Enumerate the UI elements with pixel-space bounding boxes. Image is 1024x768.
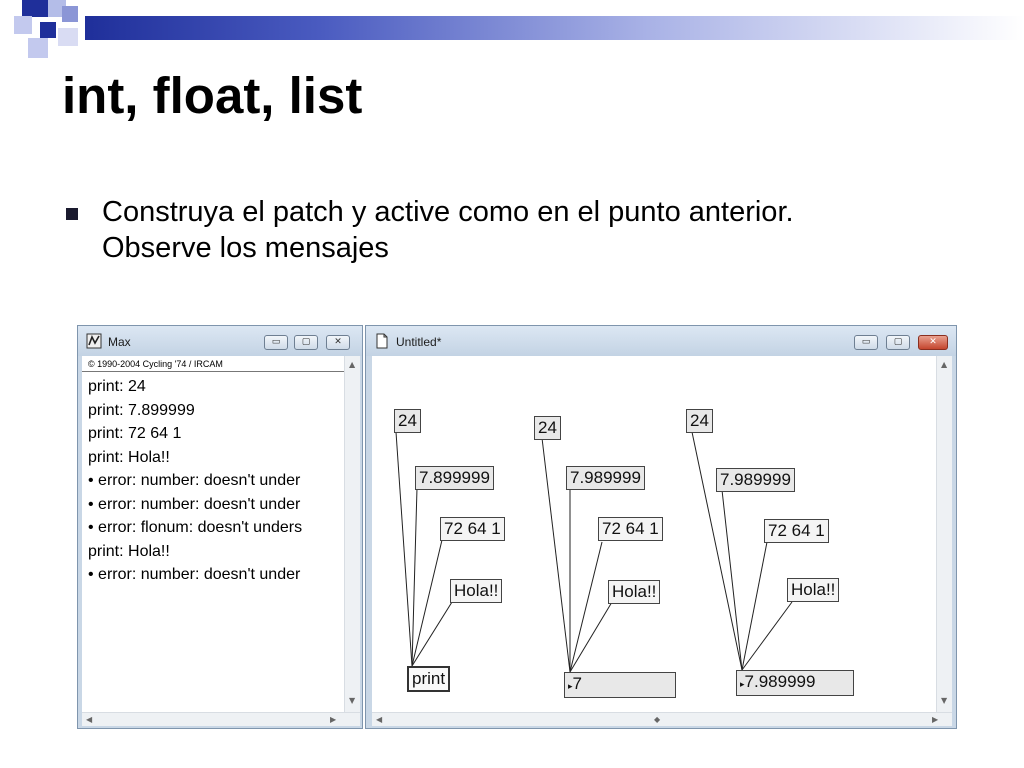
decor-square [62, 6, 78, 22]
max-app-icon [86, 333, 102, 349]
bullet-icon [66, 208, 78, 220]
scroll-left-icon[interactable]: ◀ [376, 715, 382, 724]
log-line: print: Hola!! [88, 448, 170, 466]
maximize-button[interactable]: ▢ [886, 335, 910, 350]
log-line: • error: number: doesn't under [88, 472, 301, 489]
scroll-right-icon[interactable]: ▶ [330, 715, 336, 724]
decor-square [58, 28, 78, 46]
log-line: • error: flonum: doesn't unders [88, 519, 303, 536]
decor-square [14, 16, 32, 34]
scroll-down-icon[interactable]: ▼ [941, 696, 947, 705]
log-line: print: 72 64 1 [88, 425, 182, 442]
float-number-box[interactable]: 7.899999 [415, 466, 494, 490]
int-number-box-output[interactable]: ▸7 [564, 672, 676, 698]
log-line: print: 7.899999 [88, 401, 195, 419]
list-message-box[interactable]: 72 64 1 [764, 519, 829, 543]
decor-square [22, 0, 48, 17]
int-number-box[interactable]: 24 [686, 409, 713, 433]
bullet-text: Construya el patch y active como en el p… [102, 194, 962, 266]
scroll-thumb-icon[interactable]: ◆ [654, 715, 660, 724]
patch-canvas[interactable]: 24 7.899999 72 64 1 Hola!! print 24 7.98… [372, 356, 936, 712]
slide-title: int, float, list [62, 67, 363, 124]
minimize-button[interactable]: ▭ [854, 335, 878, 350]
hola-message-box[interactable]: Hola!! [787, 578, 840, 602]
maximize-button[interactable]: ▢ [294, 335, 318, 350]
vertical-scrollbar[interactable]: ▲ ▼ [344, 356, 360, 712]
horizontal-scrollbar[interactable]: ◀ ◆ ▶ [372, 712, 952, 726]
float-number-box-output[interactable]: ▸7.989999 [736, 670, 854, 696]
scroll-down-icon[interactable]: ▼ [349, 696, 355, 705]
decor-square [28, 38, 48, 58]
hola-message-box[interactable]: Hola!! [608, 580, 661, 604]
int-number-box[interactable]: 24 [534, 416, 561, 440]
list-message-box[interactable]: 72 64 1 [598, 517, 663, 541]
document-icon [376, 333, 388, 349]
console-log: print: 24 print: 7.899999 print: 72 64 1… [88, 375, 342, 587]
bullet-line-2: Observe los mensajes [102, 232, 389, 264]
scroll-up-icon[interactable]: ▲ [349, 360, 355, 369]
float-output-value: 7.989999 [744, 672, 816, 691]
hola-message-box[interactable]: Hola!! [450, 579, 503, 603]
max-window-title: Max [108, 335, 131, 349]
horizontal-scrollbar[interactable]: ◀ ▶ [82, 712, 360, 726]
patch-titlebar[interactable]: Untitled* ▭ ▢ ✕ [366, 326, 956, 356]
title-accent-bar [85, 16, 1024, 40]
log-line: • error: number: doesn't under [88, 566, 301, 583]
log-line: print: 24 [88, 378, 146, 395]
max-console: © 1990-2004 Cycling '74 / IRCAM print: 2… [82, 356, 344, 712]
patch-window: Untitled* ▭ ▢ ✕ 24 7.899999 72 64 1 Hola… [365, 325, 957, 729]
vertical-scrollbar[interactable]: ▲ ▼ [936, 356, 952, 712]
minimize-button[interactable]: ▭ [264, 335, 288, 350]
max-window: Max ▭ ▢ ✕ © 1990-2004 Cycling '74 / IRCA… [77, 325, 363, 729]
list-message-box[interactable]: 72 64 1 [440, 517, 505, 541]
log-line: print: Hola!! [88, 542, 170, 560]
decor-square [40, 22, 56, 38]
scroll-left-icon[interactable]: ◀ [86, 715, 92, 724]
patch-window-title: Untitled* [396, 335, 442, 349]
log-line: • error: number: doesn't under [88, 495, 301, 513]
console-separator [82, 371, 344, 372]
close-button[interactable]: ✕ [918, 335, 948, 350]
scroll-right-icon[interactable]: ▶ [932, 715, 938, 724]
float-number-box[interactable]: 7.989999 [566, 466, 645, 490]
int-output-value: 7 [572, 674, 582, 693]
copyright-text: © 1990-2004 Cycling '74 / IRCAM [88, 359, 223, 369]
scroll-up-icon[interactable]: ▲ [941, 360, 947, 369]
print-object-box[interactable]: print [407, 666, 451, 692]
close-button[interactable]: ✕ [326, 335, 350, 350]
int-number-box[interactable]: 24 [394, 409, 421, 433]
float-number-box[interactable]: 7.989999 [716, 468, 795, 492]
bullet-line-1: Construya el patch y active como en el p… [102, 196, 794, 228]
max-titlebar[interactable]: Max ▭ ▢ ✕ [78, 326, 362, 356]
